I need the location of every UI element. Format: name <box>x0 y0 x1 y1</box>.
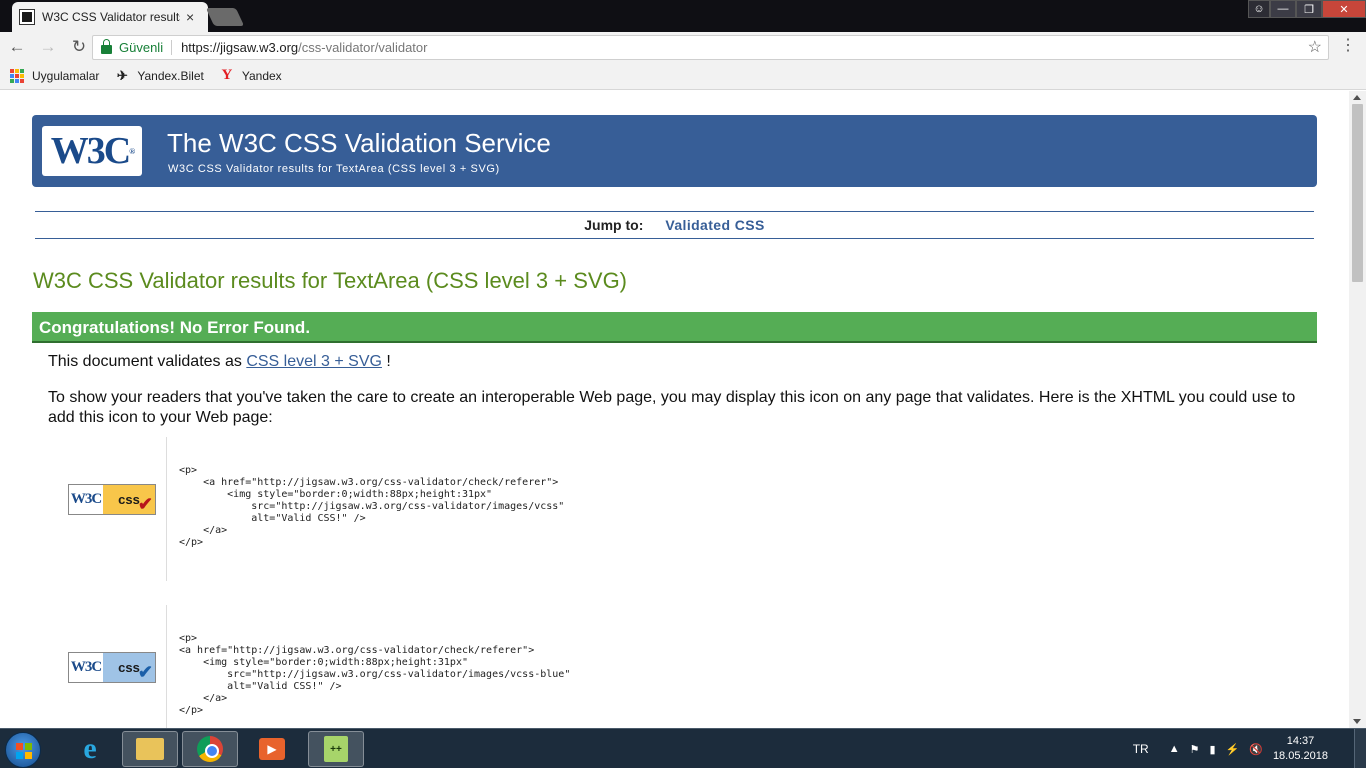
bookmarks-bar: Uygulamalar ✈ Yandex.Bilet Y Yandex <box>0 62 1366 90</box>
clock-time: 14:37 <box>1286 735 1315 747</box>
bookmark-label: Uygulamalar <box>32 68 100 83</box>
banner-title: The W3C CSS Validation Service <box>167 128 551 158</box>
w3c-logo[interactable]: W3C ® <box>42 126 142 176</box>
badge-css-area: css ✔ <box>103 653 155 682</box>
reload-icon[interactable]: ↻ <box>65 33 93 61</box>
apps-grid-icon <box>10 68 24 83</box>
action-center-flag-icon[interactable]: ⚑ <box>1190 743 1200 756</box>
checkmark-icon: ✔ <box>137 662 153 682</box>
url-path: /css-validator/validator <box>298 40 428 55</box>
css-level-link[interactable]: CSS level 3 + SVG <box>246 353 382 370</box>
jump-to-bar: Jump to: Validated CSS <box>35 211 1314 239</box>
system-clock[interactable]: 14:37 18.05.2018 <box>1273 734 1328 764</box>
page-scrollbar[interactable] <box>1349 91 1366 728</box>
code-divider <box>166 437 167 581</box>
back-arrow-icon[interactable]: ← <box>3 33 31 61</box>
bookmark-label: Yandex.Bilet <box>137 68 204 83</box>
logo-text: W3C <box>50 130 131 172</box>
close-window-button[interactable]: ✕ <box>1322 0 1366 18</box>
internet-explorer-icon: e <box>83 732 97 765</box>
badge-w3c-text: W3C <box>69 485 103 514</box>
icon-instructions: To show your readers that you've taken t… <box>48 389 1296 426</box>
code-divider <box>166 605 167 728</box>
url-host: https://jigsaw.w3.org <box>181 40 299 55</box>
w3c-favicon-icon <box>19 9 35 25</box>
browser-tab[interactable]: W3C CSS Validator results × <box>12 2 208 32</box>
notepad-plus-plus-icon: ++ <box>324 736 348 762</box>
validated-css-link[interactable]: Validated CSS <box>665 217 764 233</box>
start-button[interactable] <box>5 732 41 768</box>
badge-w3c-text: W3C <box>69 653 103 682</box>
badge-code-snippet: <p> <a href="http://jigsaw.w3.org/css-va… <box>179 465 565 548</box>
window-controls: ☺ — ❐ ✕ <box>1248 0 1366 18</box>
taskbar-internet-explorer[interactable]: e <box>62 731 118 767</box>
taskbar-chrome[interactable] <box>182 731 238 767</box>
scroll-thumb[interactable] <box>1352 104 1363 282</box>
badge-block-gold: W3C css ✔ <p> <a href="http://jigsaw.w3.… <box>32 437 1317 581</box>
window-titlebar: W3C CSS Validator results × ☺ — ❐ ✕ <box>0 0 1366 32</box>
checkmark-icon: ✔ <box>137 494 153 514</box>
windows-logo-icon <box>16 743 32 759</box>
bookmark-star-icon[interactable]: ☆ <box>1308 37 1322 57</box>
tab-close-icon[interactable]: × <box>186 9 194 25</box>
chrome-icon <box>197 736 223 762</box>
jump-label: Jump to: <box>584 217 644 233</box>
badge-css-text: css <box>118 660 140 675</box>
minimize-button[interactable]: — <box>1270 0 1296 18</box>
system-tray: TR ▲ ⚑ ▮ ⚡ 🔇 14:37 18.05.2018 <box>1133 729 1366 768</box>
address-bar[interactable]: Güvenli https://jigsaw.w3.org/css-valida… <box>92 35 1329 60</box>
windows-taskbar: e ▶ ++ TR ▲ ⚑ ▮ ⚡ 🔇 14:37 18.05.2018 <box>0 728 1366 768</box>
url-text[interactable]: https://jigsaw.w3.org/css-validator/vali… <box>172 40 427 55</box>
taskbar-media-player[interactable]: ▶ <box>244 731 300 767</box>
validates-prefix: This document validates as <box>48 353 242 370</box>
lock-icon <box>101 39 112 54</box>
network-signal-icon[interactable]: ▮ <box>1209 743 1215 756</box>
show-desktop-button[interactable] <box>1354 729 1366 768</box>
show-hidden-icons-icon[interactable]: ▲ <box>1169 743 1180 755</box>
taskbar-file-explorer[interactable] <box>122 731 178 767</box>
badge-code-snippet: <p> <a href="http://jigsaw.w3.org/css-va… <box>179 633 571 716</box>
bookmark-label: Yandex <box>241 68 282 83</box>
validates-suffix: ! <box>386 353 391 370</box>
volume-muted-icon[interactable]: 🔇 <box>1249 743 1263 756</box>
taskbar-notepad-plus-plus[interactable]: ++ <box>308 731 364 767</box>
validates-message: This document validates as CSS level 3 +… <box>48 353 391 371</box>
scroll-down-arrow-icon[interactable] <box>1353 719 1361 724</box>
power-plug-icon[interactable]: ⚡ <box>1226 743 1240 756</box>
clock-date: 18.05.2018 <box>1272 750 1328 762</box>
badge-css-text: css <box>118 492 140 507</box>
browser-menu-icon[interactable]: ⋮ <box>1340 38 1356 54</box>
badge-block-blue: W3C css ✔ <p> <a href="http://jigsaw.w3.… <box>32 605 1317 728</box>
bookmark-apps[interactable]: Uygulamalar <box>10 68 100 83</box>
bookmark-yandex-bilet[interactable]: ✈ Yandex.Bilet <box>115 67 204 83</box>
folder-icon <box>136 738 164 760</box>
user-profile-icon[interactable]: ☺ <box>1248 0 1270 18</box>
valid-css-badge-blue[interactable]: W3C css ✔ <box>68 652 156 683</box>
valid-css-badge-gold[interactable]: W3C css ✔ <box>68 484 156 515</box>
banner-subtitle: W3C CSS Validator results for TextArea (… <box>168 163 500 175</box>
plane-icon: ✈ <box>116 67 128 83</box>
congrats-banner: Congratulations! No Error Found. <box>32 312 1317 343</box>
browser-toolbar: ← → ↻ Güvenli https://jigsaw.w3.org/css-… <box>0 32 1366 62</box>
results-heading: W3C CSS Validator results for TextArea (… <box>33 268 628 293</box>
page-viewport: W3C ® The W3C CSS Validation Service W3C … <box>0 91 1349 728</box>
new-tab-button[interactable] <box>205 8 245 26</box>
yandex-icon: Y <box>221 67 233 83</box>
forward-arrow-icon[interactable]: → <box>34 33 62 61</box>
maximize-button[interactable]: ❐ <box>1296 0 1322 18</box>
secure-label: Güvenli <box>119 40 173 55</box>
bookmark-yandex[interactable]: Y Yandex <box>220 67 282 83</box>
validator-banner: W3C ® The W3C CSS Validation Service W3C … <box>32 115 1317 187</box>
tab-title: W3C CSS Validator results <box>42 10 180 24</box>
language-indicator[interactable]: TR <box>1133 742 1149 756</box>
scroll-up-arrow-icon[interactable] <box>1353 95 1361 100</box>
badge-css-area: css ✔ <box>103 485 155 514</box>
media-player-icon: ▶ <box>259 738 285 760</box>
